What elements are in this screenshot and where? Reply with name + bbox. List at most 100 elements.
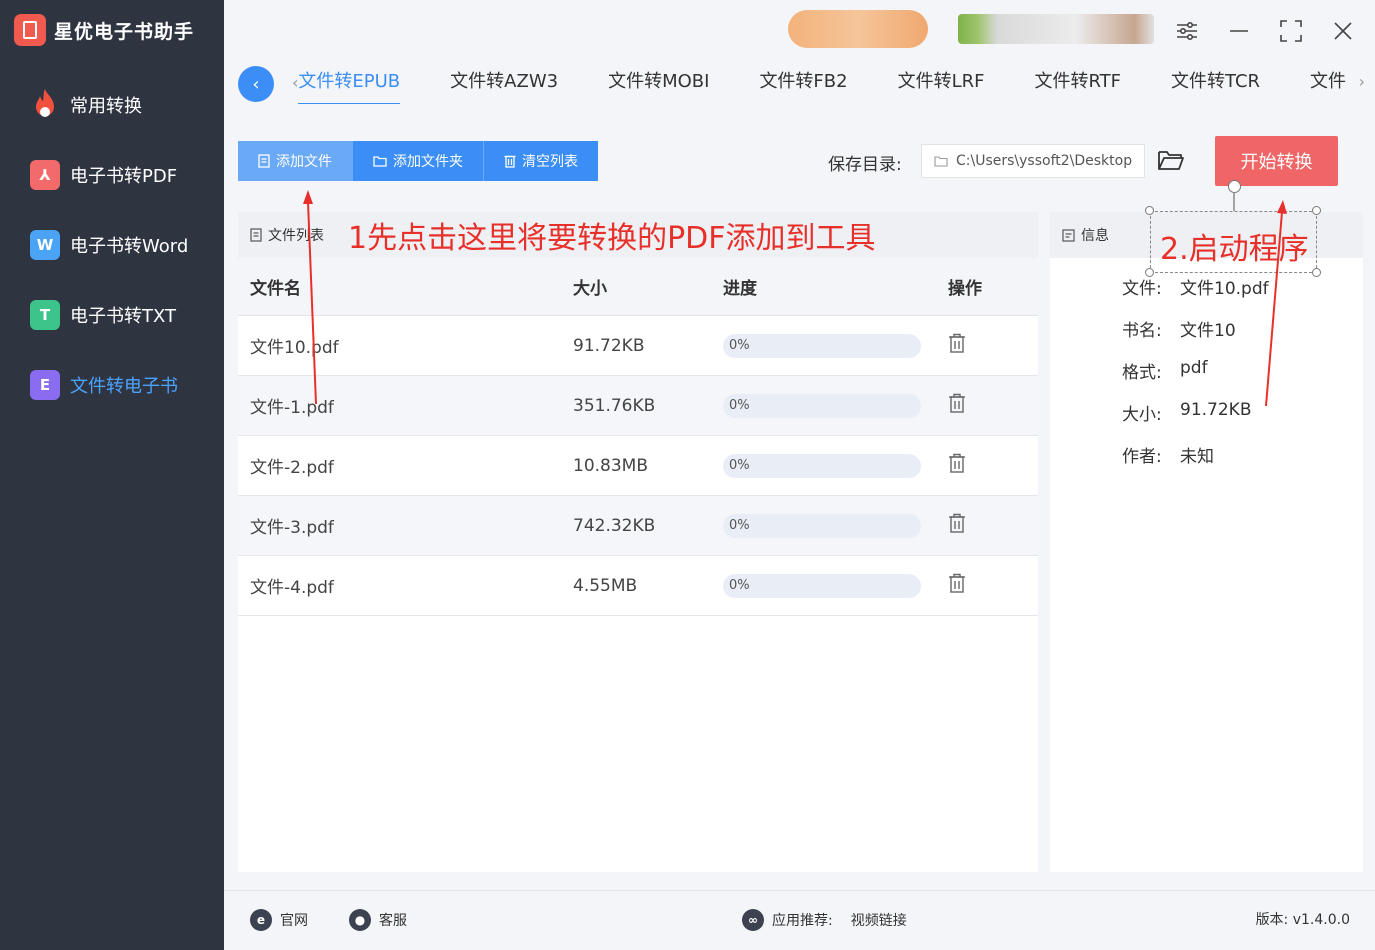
table-row[interactable]: 文件-2.pdf 10.83MB 0% <box>238 436 1038 496</box>
file-action-cell <box>936 393 966 418</box>
settings-sliders-icon[interactable] <box>1175 16 1199 46</box>
pdf-icon: ⅄ <box>30 160 60 190</box>
add-file-button[interactable]: 添加文件 <box>238 141 353 181</box>
info-value: 文件10.pdf <box>1180 279 1269 299</box>
browser-e-icon: e <box>250 909 272 931</box>
tab-format-0[interactable]: 文件转EPUB <box>298 60 400 104</box>
file-size: 10.83MB <box>573 455 648 476</box>
tab-format-3[interactable]: 文件转FB2 <box>759 60 847 104</box>
info-row: 文件: 文件10.pdf <box>1122 274 1269 316</box>
info-value: 未知 <box>1180 447 1214 467</box>
app-logo-icon <box>14 14 46 46</box>
minimize-icon[interactable] <box>1227 16 1251 46</box>
table-row[interactable]: 文件-3.pdf 742.32KB 0% <box>238 496 1038 556</box>
user-account[interactable] <box>958 14 1154 44</box>
sidebar-item-label: 常用转换 <box>70 96 142 117</box>
trash-icon <box>504 155 516 168</box>
sidebar-item-pdf[interactable]: ⅄ 电子书转PDF <box>0 140 224 210</box>
window-controls <box>1175 16 1355 46</box>
column-size: 大小 <box>573 279 607 299</box>
info-value: 91.72KB <box>1180 400 1252 420</box>
browse-folder-icon[interactable] <box>1157 148 1185 174</box>
delete-trash-icon[interactable] <box>948 573 966 593</box>
annotation-rotate-handle <box>1228 180 1241 193</box>
sidebar-item-label: 电子书转Word <box>70 236 189 257</box>
word-icon: W <box>30 230 60 260</box>
sidebar-item-txt[interactable]: T 电子书转TXT <box>0 280 224 350</box>
vip-badge[interactable] <box>788 10 928 48</box>
delete-trash-icon[interactable] <box>948 393 966 413</box>
annotation-handle <box>1312 268 1321 277</box>
file-name: 文件-3.pdf <box>250 518 334 538</box>
column-progress: 进度 <box>723 279 757 299</box>
file-progress-cell: 0% <box>711 573 936 598</box>
table-header: 文件名 大小 进度 操作 <box>238 258 1038 316</box>
sidebar-nav: 常用转换 ⅄ 电子书转PDF W 电子书转Word T 电子书转TXT E 文件转电子书 <box>0 70 224 420</box>
recommend-area: ∞ 应用推荐: 视频链接 <box>742 909 907 931</box>
info-row: 大小: 91.72KB <box>1122 400 1269 442</box>
file-progress-cell: 0% <box>711 333 936 358</box>
save-directory-label: 保存目录: <box>828 155 902 175</box>
link-icon: ∞ <box>742 909 764 931</box>
progress-bar: 0% <box>723 453 921 478</box>
progress-text: 0% <box>729 397 750 413</box>
txt-icon: T <box>30 300 60 330</box>
video-link[interactable]: 视频链接 <box>851 910 907 930</box>
delete-trash-icon[interactable] <box>948 513 966 533</box>
file-table-body: 文件10.pdf 91.72KB 0% 文件-1.pdf 351.76KB 0% 文件-2.… <box>238 316 1038 616</box>
delete-trash-icon[interactable] <box>948 453 966 473</box>
info-key: 书名: <box>1122 321 1162 341</box>
file-action-cell <box>936 333 966 358</box>
tab-format-5[interactable]: 文件转RTF <box>1034 60 1121 104</box>
sidebar-item-fire[interactable]: 常用转换 <box>0 70 224 140</box>
tab-format-6[interactable]: 文件转TCR <box>1171 60 1260 104</box>
close-icon[interactable] <box>1331 16 1355 46</box>
progress-bar: 0% <box>723 393 921 418</box>
tab-format-2[interactable]: 文件转MOBI <box>608 60 709 104</box>
file-name: 文件-1.pdf <box>250 398 334 418</box>
annotation-handle <box>1145 268 1154 277</box>
clear-list-button[interactable]: 清空列表 <box>484 141 598 181</box>
file-actions: 添加文件 添加文件夹 清空列表 <box>238 141 598 181</box>
info-key: 文件: <box>1122 279 1162 299</box>
info-row: 书名: 文件10 <box>1122 316 1269 358</box>
tab-format-1[interactable]: 文件转AZW3 <box>450 60 558 104</box>
save-directory-path: C:\Users\yssoft2\Desktop <box>956 153 1133 169</box>
column-action: 操作 <box>948 279 982 299</box>
sidebar-item-word[interactable]: W 电子书转Word <box>0 210 224 280</box>
table-row[interactable]: 文件10.pdf 91.72KB 0% <box>238 316 1038 376</box>
footer: e 官网 ● 客服 ∞ 应用推荐: 视频链接 版本: v1.4.0.0 <box>224 890 1375 950</box>
support-link[interactable]: ● 客服 <box>349 909 407 931</box>
folder-small-icon <box>934 156 948 167</box>
file-icon <box>258 154 270 168</box>
progress-text: 0% <box>729 577 750 593</box>
table-row[interactable]: 文件-4.pdf 4.55MB 0% <box>238 556 1038 616</box>
chat-bubble-icon: ● <box>349 909 371 931</box>
add-folder-button[interactable]: 添加文件夹 <box>353 141 484 181</box>
file-progress-cell: 0% <box>711 393 936 418</box>
progress-text: 0% <box>729 457 750 473</box>
delete-trash-icon[interactable] <box>948 333 966 353</box>
progress-bar: 0% <box>723 513 921 538</box>
annotation-step2: 2.启动程序 <box>1160 232 1309 267</box>
info-key: 作者: <box>1122 447 1162 467</box>
tab-format-4[interactable]: 文件转LRF <box>898 60 985 104</box>
app-name: 星优电子书助手 <box>54 20 195 43</box>
version-label: 版本: v1.4.0.0 <box>1255 912 1350 928</box>
info-icon <box>1062 228 1075 242</box>
info-row: 格式: pdf <box>1122 358 1269 400</box>
info-title: 信息 <box>1081 228 1109 244</box>
save-directory-input[interactable]: C:\Users\yssoft2\Desktop <box>921 144 1145 178</box>
chevron-left-icon: ‹ <box>252 73 260 95</box>
start-convert-button[interactable]: 开始转换 <box>1215 136 1338 186</box>
file-action-cell <box>936 573 966 598</box>
back-button[interactable]: ‹ <box>238 66 274 102</box>
table-row[interactable]: 文件-1.pdf 351.76KB 0% <box>238 376 1038 436</box>
info-panel: 信息 文件: 文件10.pdf 书名: 文件10 格式: pdf 大小: 91.72KB 作者:… <box>1050 212 1363 872</box>
add-folder-label: 添加文件夹 <box>393 154 463 170</box>
maximize-icon[interactable] <box>1279 16 1303 46</box>
sidebar-item-ebook[interactable]: E 文件转电子书 <box>0 350 224 420</box>
tab-scroll-right-icon[interactable]: › <box>1359 72 1365 91</box>
website-link[interactable]: e 官网 <box>250 909 308 931</box>
tab-format-7[interactable]: 文件 <box>1310 60 1346 104</box>
